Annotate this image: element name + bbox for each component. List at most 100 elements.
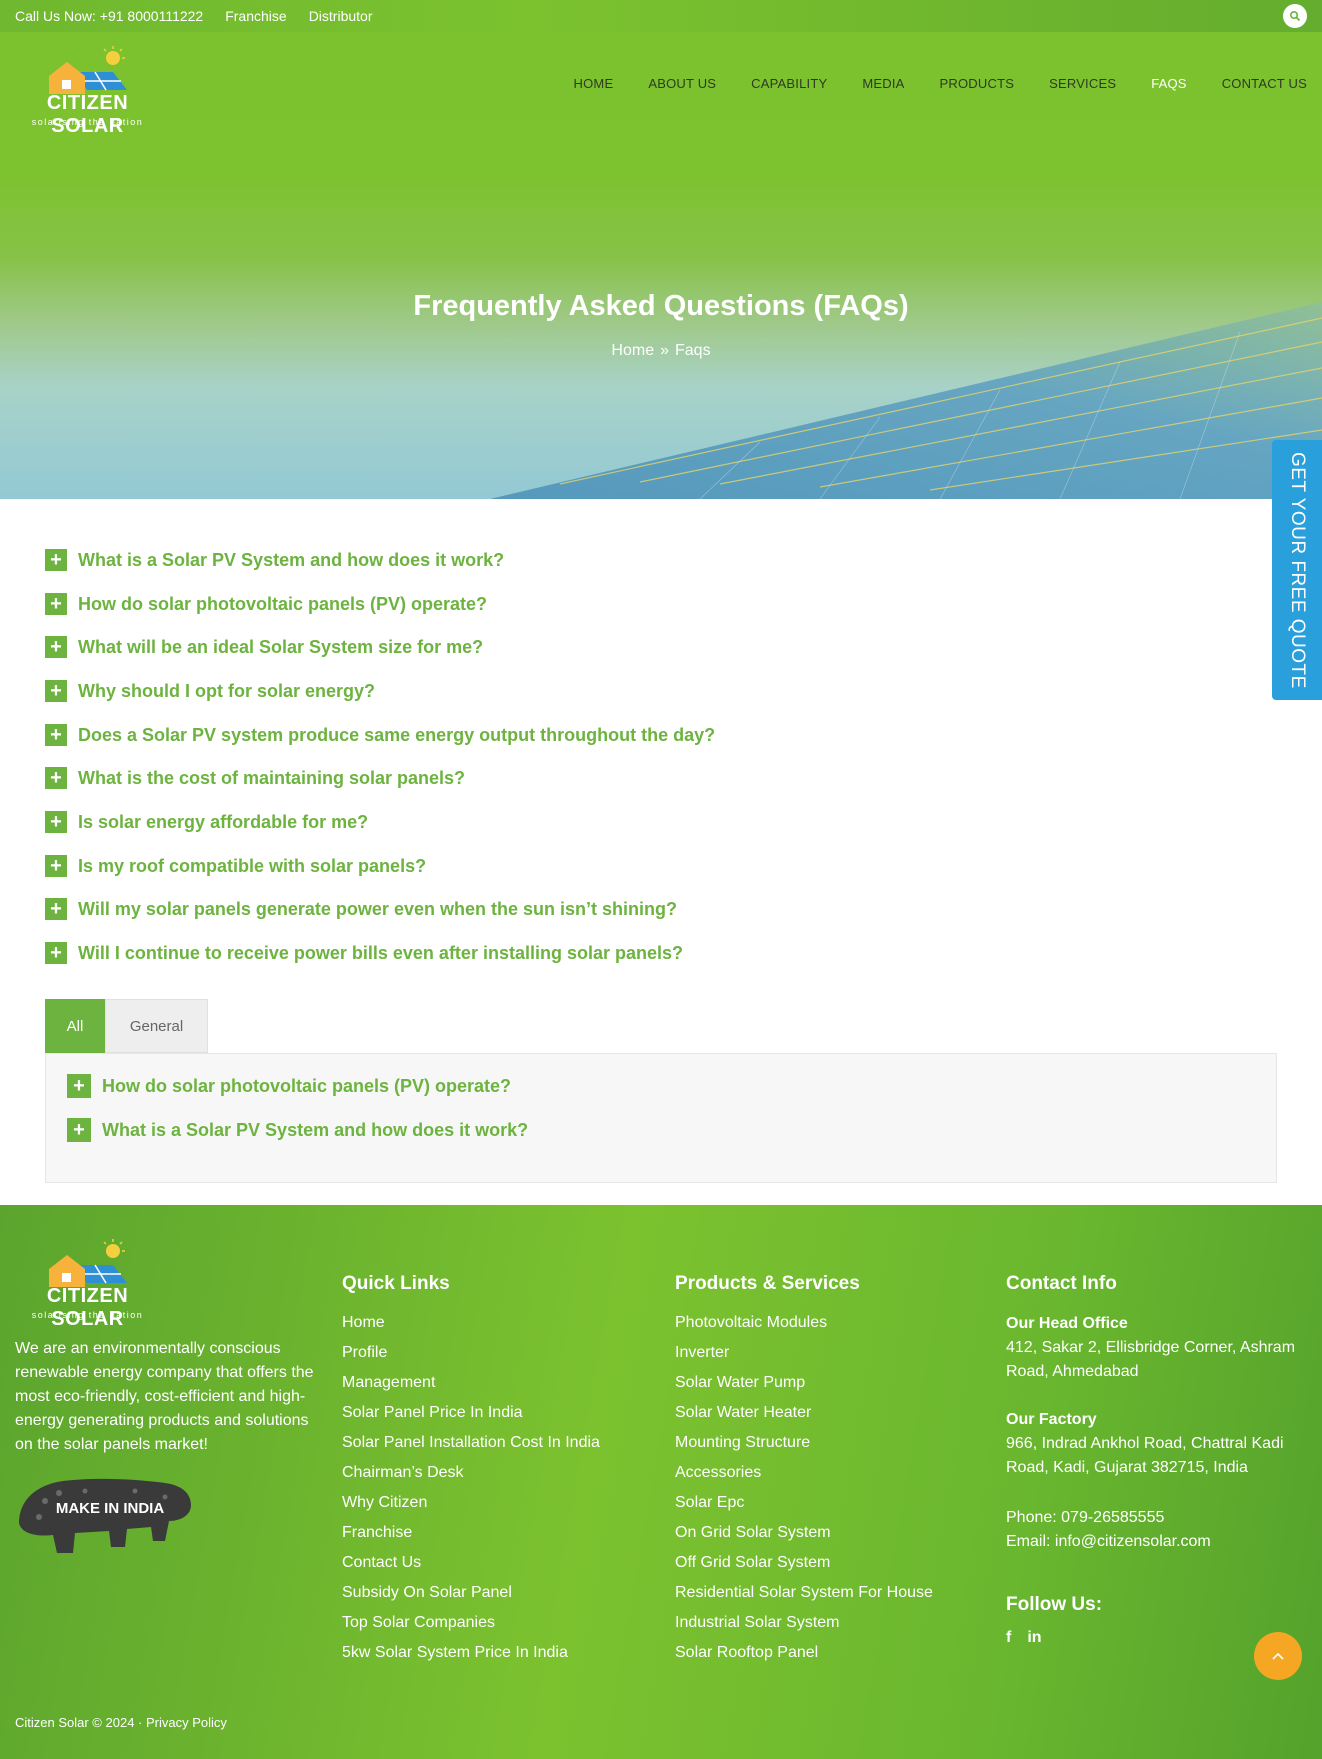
logo-tagline: solarising the nation (31, 117, 144, 127)
breadcrumb-separator: » (660, 342, 669, 359)
copyright: Citizen Solar © 2024 · Privacy Policy (15, 1715, 227, 1730)
footer-link[interactable]: Profile (342, 1342, 600, 1372)
call-us-text[interactable]: Call Us Now: +91 8000111222 (15, 8, 203, 24)
plus-icon: + (45, 855, 67, 877)
plus-icon: + (45, 942, 67, 964)
footer-link[interactable]: Solar Water Pump (675, 1372, 933, 1402)
email[interactable]: Email: info@citizensolar.com (1006, 1530, 1306, 1554)
contact-info: Contact Info Our Head Office 412, Sakar … (1006, 1273, 1306, 1633)
logo-tagline: solarising the nation (31, 1310, 144, 1320)
footer-link[interactable]: Franchise (342, 1522, 600, 1552)
search-button[interactable] (1283, 4, 1307, 28)
footer-link[interactable]: Photovoltaic Modules (675, 1312, 933, 1342)
franchise-link[interactable]: Franchise (225, 8, 286, 24)
tab-general[interactable]: General (105, 999, 208, 1053)
faq-item[interactable]: + Does a Solar PV system produce same ene… (45, 720, 1275, 750)
nav-home[interactable]: HOME (574, 76, 614, 91)
faq-question: Will I continue to receive power bills e… (78, 942, 683, 963)
top-bar: Call Us Now: +91 8000111222 Franchise Di… (0, 0, 1322, 32)
faq-question: Is solar energy affordable for me? (78, 811, 369, 832)
faq-item[interactable]: + Will my solar panels generate power eve… (45, 894, 1275, 924)
plus-icon: + (67, 1118, 91, 1142)
plus-icon: + (45, 680, 67, 702)
footer-link[interactable]: Residential Solar System For House (675, 1582, 933, 1612)
footer-about: We are an environmentally conscious rene… (15, 1340, 314, 1453)
footer-link[interactable]: Solar Panel Price In India (342, 1402, 600, 1432)
footer-link[interactable]: Chairman’s Desk (342, 1462, 600, 1492)
logo-name: CITIZEN SOLAR (46, 1285, 129, 1330)
nav-about-us[interactable]: ABOUT US (648, 76, 716, 91)
distributor-link[interactable]: Distributor (309, 8, 373, 24)
footer-link[interactable]: Solar Epc (675, 1492, 933, 1522)
footer-link[interactable]: Accessories (675, 1462, 933, 1492)
footer-link[interactable]: Solar Water Heater (675, 1402, 933, 1432)
factory-address: 966, Indrad Ankhol Road, Chattral Kadi R… (1006, 1435, 1284, 1476)
search-icon (1289, 10, 1301, 22)
contact-title: Contact Info (1006, 1273, 1117, 1294)
nav-media[interactable]: MEDIA (862, 76, 904, 91)
faq-question: Does a Solar PV system produce same ener… (78, 724, 716, 745)
footer-link[interactable]: 5kw Solar System Price In India (342, 1642, 600, 1672)
plus-icon: + (45, 811, 67, 833)
faq-item[interactable]: + What is the cost of maintaining solar p… (45, 763, 1275, 793)
follow-us-title: Follow Us: (1006, 1594, 1103, 1615)
hero-banner: CITIZEN SOLAR solarising the nation HOME… (0, 32, 1322, 499)
breadcrumb-home[interactable]: Home (611, 342, 654, 359)
faq-item[interactable]: + Why should I opt for solar energy? (45, 676, 1275, 706)
footer: CITIZEN SOLAR solarising the nation We a… (0, 1205, 1322, 1759)
phone[interactable]: Phone: 079-26585555 (1006, 1506, 1306, 1530)
products-services: Products & Services Photovoltaic Modules… (675, 1273, 933, 1672)
nav-services[interactable]: SERVICES (1049, 76, 1116, 91)
breadcrumb-current: Faqs (675, 342, 711, 359)
privacy-policy-link[interactable]: Privacy Policy (146, 1715, 227, 1730)
plus-icon: + (67, 1074, 91, 1098)
faq-item[interactable]: + Is my roof compatible with solar panels… (45, 851, 1275, 881)
faq-question: What is a Solar PV System and how does i… (78, 549, 505, 570)
faq-tabs: All General (45, 999, 208, 1053)
footer-link[interactable]: On Grid Solar System (675, 1522, 933, 1552)
footer-link[interactable]: Solar Rooftop Panel (675, 1642, 933, 1672)
nav-faqs[interactable]: FAQS (1151, 76, 1186, 91)
faq-item[interactable]: + What is a Solar PV System and how does … (45, 545, 1275, 575)
footer-logo[interactable]: CITIZEN SOLAR solarising the nation (15, 1239, 160, 1330)
tab-all[interactable]: All (45, 999, 105, 1053)
faq-question: What will be an ideal Solar System size … (78, 636, 484, 657)
linkedin-icon[interactable]: in (1027, 1629, 1041, 1647)
footer-link[interactable]: Contact Us (342, 1552, 600, 1582)
tab-faq-item[interactable]: + What is a Solar PV System and how does … (67, 1115, 1247, 1145)
faq-item[interactable]: + Will I continue to receive power bills … (45, 938, 1275, 968)
footer-link[interactable]: Subsidy On Solar Panel (342, 1582, 600, 1612)
footer-link[interactable]: Solar Panel Installation Cost In India (342, 1432, 600, 1462)
tab-faq-item[interactable]: + How do solar photovoltaic panels (PV) o… (67, 1071, 1247, 1101)
faq-item[interactable]: + Is solar energy affordable for me? (45, 807, 1275, 837)
nav-contact-us[interactable]: CONTACT US (1222, 76, 1307, 91)
logo-mark-icon (49, 46, 127, 94)
social-links: f in (1006, 1629, 1042, 1647)
head-office-label: Our Head Office (1006, 1315, 1128, 1332)
faq-item[interactable]: + How do solar photovoltaic panels (PV) o… (45, 589, 1275, 619)
plus-icon: + (45, 767, 67, 789)
footer-link[interactable]: Industrial Solar System (675, 1612, 933, 1642)
quick-links: Quick Links Home Profile Management Sola… (342, 1273, 600, 1672)
footer-link[interactable]: Why Citizen (342, 1492, 600, 1522)
nav-capability[interactable]: CAPABILITY (751, 76, 827, 91)
free-quote-tab[interactable]: GET YOUR FREE QUOTE (1272, 440, 1322, 700)
back-to-top-button[interactable] (1254, 1632, 1302, 1680)
footer-link[interactable]: Top Solar Companies (342, 1612, 600, 1642)
plus-icon: + (45, 898, 67, 920)
footer-link[interactable]: Inverter (675, 1342, 933, 1372)
faq-item[interactable]: + What will be an ideal Solar System size… (45, 632, 1275, 662)
free-quote-label: GET YOUR FREE QUOTE (1287, 451, 1308, 689)
facebook-icon[interactable]: f (1006, 1629, 1011, 1647)
nav-products[interactable]: PRODUCTS (940, 76, 1015, 91)
logo-mark-icon (49, 1239, 127, 1287)
footer-link[interactable]: Management (342, 1372, 600, 1402)
faq-question: What is the cost of maintaining solar pa… (78, 767, 466, 788)
tab-panel: + How do solar photovoltaic panels (PV) o… (45, 1053, 1277, 1183)
footer-link[interactable]: Off Grid Solar System (675, 1552, 933, 1582)
plus-icon: + (45, 724, 67, 746)
factory: Our Factory 966, Indrad Ankhol Road, Cha… (1006, 1408, 1306, 1480)
footer-link[interactable]: Home (342, 1312, 600, 1342)
header-logo[interactable]: CITIZEN SOLAR solarising the nation (15, 46, 160, 137)
footer-link[interactable]: Mounting Structure (675, 1432, 933, 1462)
